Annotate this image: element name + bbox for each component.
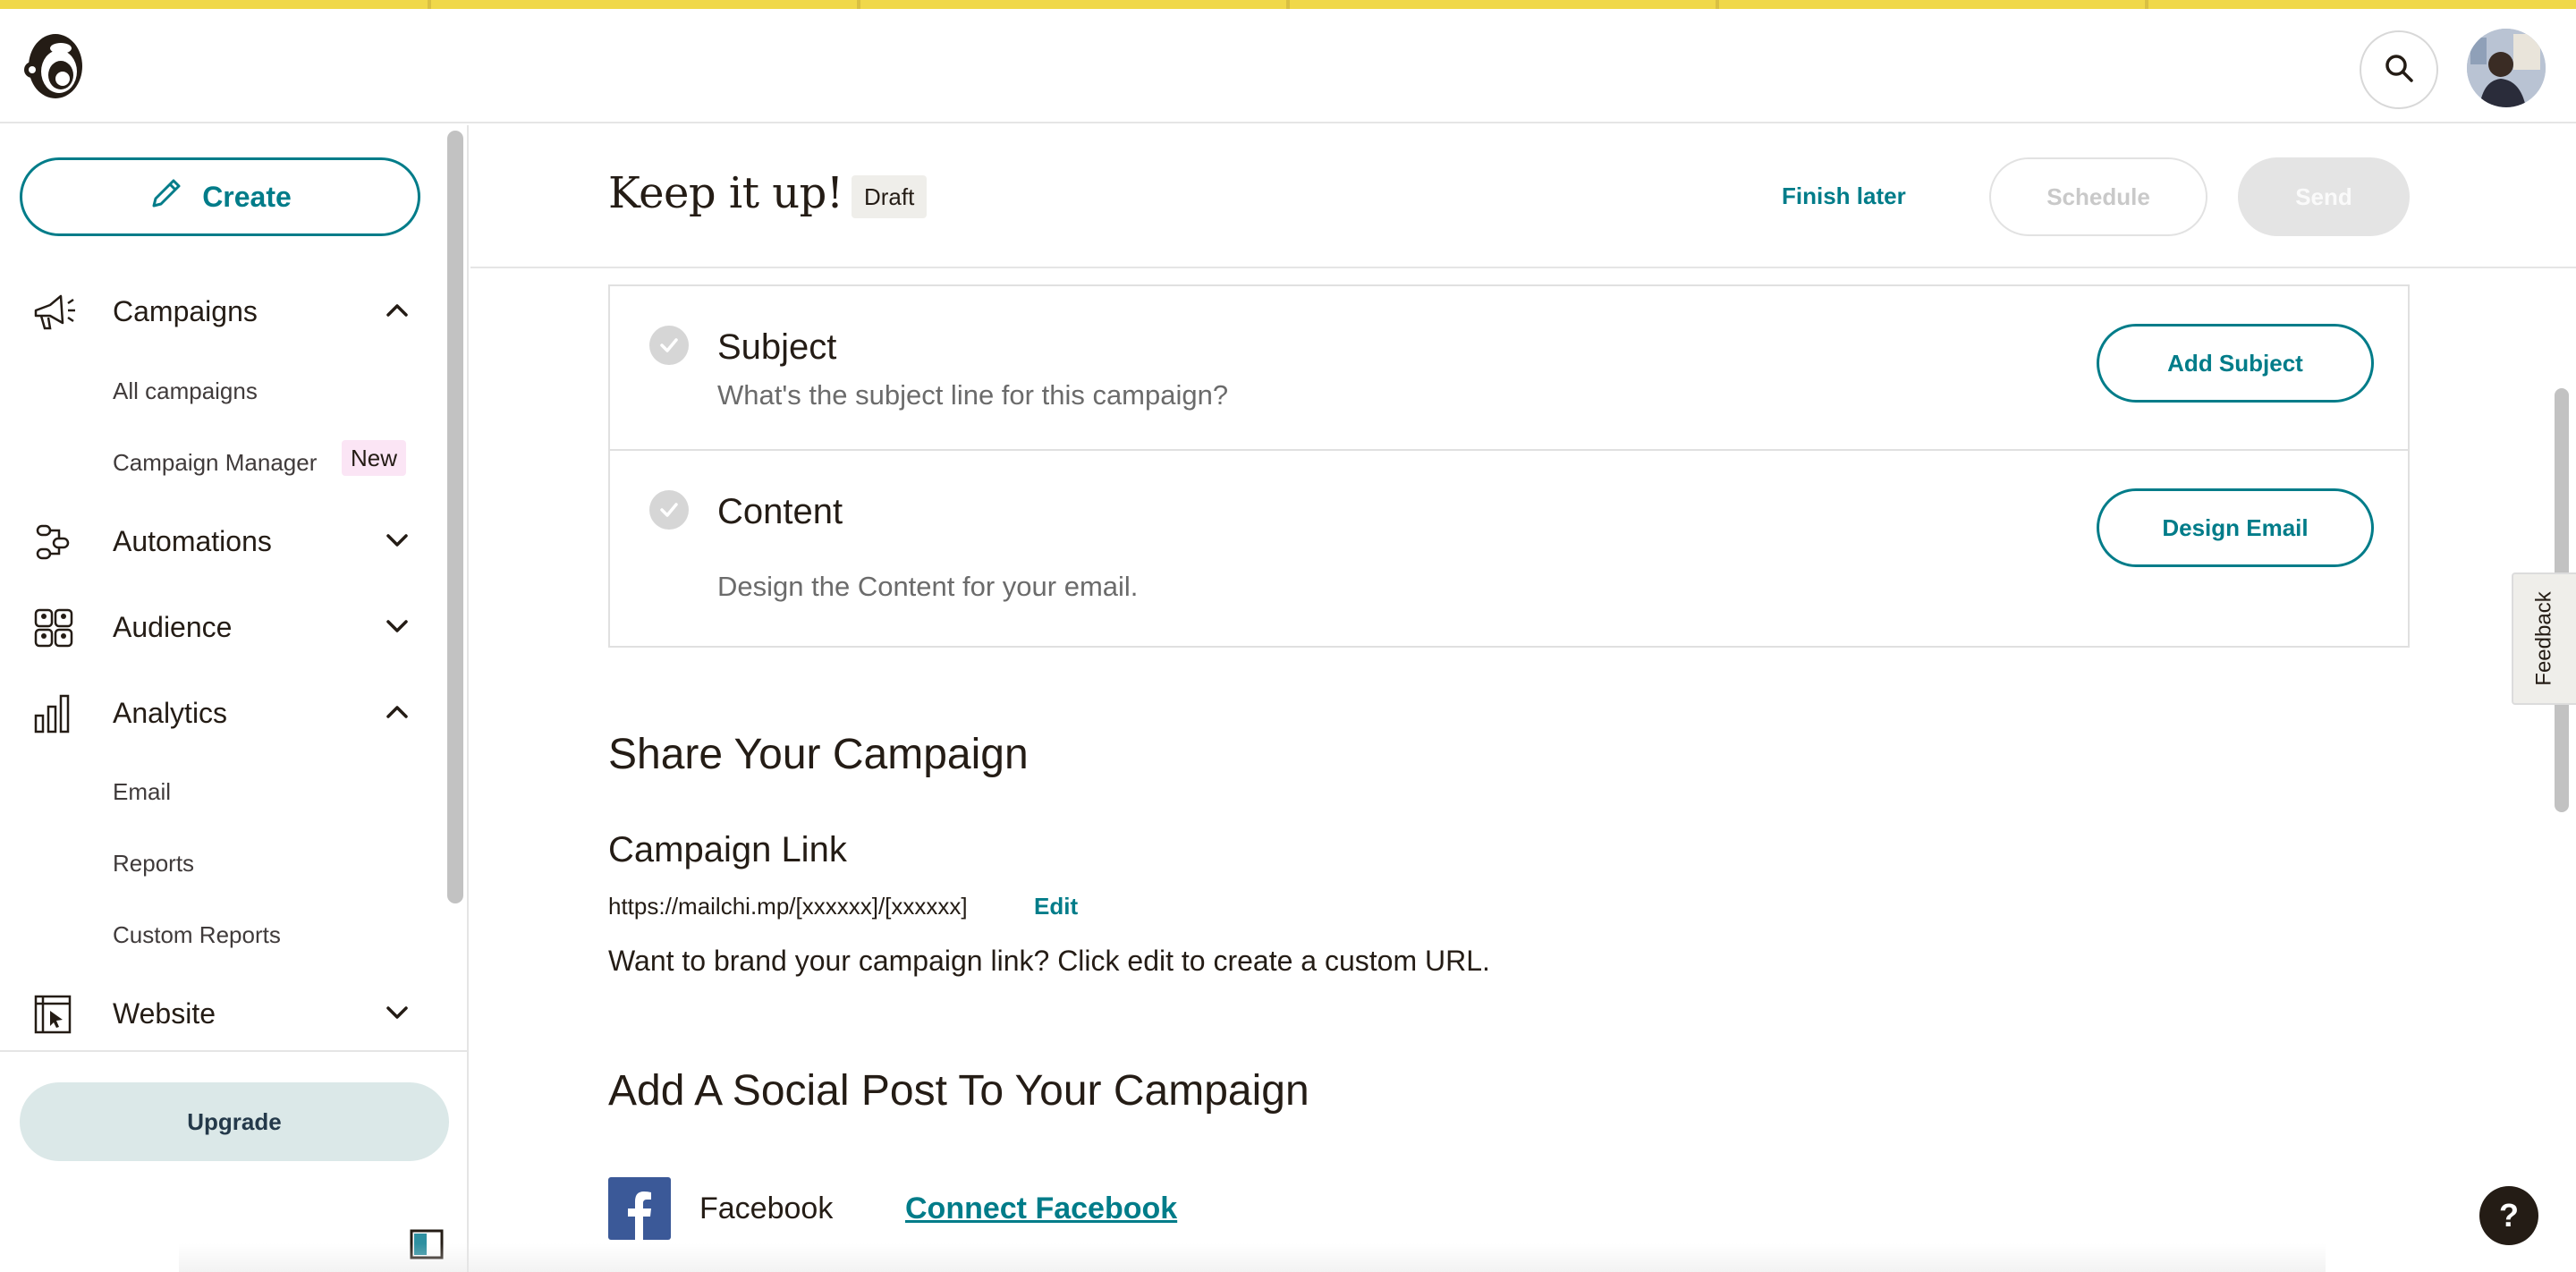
status-badge: Draft <box>852 175 928 218</box>
workflow-icon <box>32 522 77 562</box>
send-button[interactable]: Send <box>2238 157 2410 236</box>
design-email-button[interactable]: Design Email <box>2097 488 2374 567</box>
website-cursor-icon <box>32 995 77 1034</box>
bar-chart-icon <box>32 694 77 734</box>
help-button[interactable]: ? <box>2479 1186 2538 1245</box>
feedback-label: Feedback <box>2532 591 2556 686</box>
top-header <box>0 9 2576 123</box>
search-button[interactable] <box>2360 30 2438 109</box>
sidebar-item-automations[interactable]: Automations <box>0 510 442 572</box>
chevron-up-icon[interactable] <box>383 701 411 723</box>
collapse-sidebar-icon[interactable] <box>410 1229 444 1259</box>
edit-link-button[interactable]: Edit <box>1034 893 1078 920</box>
upgrade-button[interactable]: Upgrade <box>20 1082 449 1161</box>
check-circle-icon <box>649 490 689 530</box>
campaign-link-heading: Campaign Link <box>608 830 847 869</box>
sidebar: Create Campaigns All campaigns Campaign … <box>0 125 469 1272</box>
sidebar-item-label: Automations <box>113 524 272 557</box>
chevron-down-icon[interactable] <box>383 1002 411 1023</box>
new-badge: New <box>342 440 407 476</box>
sidebar-subitem-custom-reports[interactable]: Custom Reports <box>113 921 281 949</box>
create-button-label: Create <box>202 180 292 213</box>
sidebar-item-label: Audience <box>113 610 233 643</box>
checklist-description: What's the subject line for this campaig… <box>717 379 1229 411</box>
sidebar-item-audience[interactable]: Audience <box>0 596 442 658</box>
facebook-icon <box>608 1177 671 1240</box>
strip-divider <box>1716 0 1719 9</box>
social-post-heading: Add A Social Post To Your Campaign <box>608 1067 1309 1115</box>
share-campaign-heading: Share Your Campaign <box>608 731 1029 778</box>
search-icon <box>2384 53 2414 88</box>
facebook-label: Facebook <box>699 1191 834 1225</box>
checklist-title: Subject <box>717 327 837 367</box>
strip-divider <box>2145 0 2148 9</box>
sidebar-subitem-email[interactable]: Email <box>113 778 171 806</box>
sidebar-item-analytics[interactable]: Analytics <box>0 682 442 744</box>
campaign-checklist: Subject What's the subject line for this… <box>608 284 2410 648</box>
strip-divider <box>857 0 860 9</box>
page-title: Keep it up! <box>608 168 843 218</box>
connect-facebook-link[interactable]: Connect Facebook <box>905 1191 1177 1226</box>
strip-divider <box>428 0 431 9</box>
checklist-item-content: Content Design the Content for your emai… <box>610 451 2408 646</box>
sidebar-item-label: Campaigns <box>113 294 258 327</box>
sidebar-item-website[interactable]: Website <box>0 982 442 1045</box>
chevron-down-icon[interactable] <box>383 530 411 551</box>
pencil-icon <box>148 175 184 218</box>
create-button[interactable]: Create <box>20 157 420 236</box>
user-avatar[interactable] <box>2467 29 2546 107</box>
sidebar-item-campaigns[interactable]: Campaigns <box>0 280 442 343</box>
schedule-button[interactable]: Schedule <box>1989 157 2207 236</box>
add-subject-button[interactable]: Add Subject <box>2097 324 2374 403</box>
chevron-down-icon[interactable] <box>383 615 411 637</box>
bottom-shadow <box>179 1243 2326 1272</box>
strip-divider <box>1286 0 1290 9</box>
sidebar-subitem-reports[interactable]: Reports <box>113 850 194 878</box>
sidebar-item-label: Website <box>113 996 216 1030</box>
audience-icon <box>32 608 77 648</box>
megaphone-icon <box>32 293 77 332</box>
sidebar-subitem-all-campaigns[interactable]: All campaigns <box>113 377 258 405</box>
chevron-up-icon[interactable] <box>383 300 411 321</box>
campaign-header: Keep it up! Draft Finish later Schedule … <box>470 125 2576 268</box>
feedback-tab[interactable]: Feedback <box>2512 572 2576 705</box>
campaign-link-help: Want to brand your campaign link? Click … <box>608 945 1490 977</box>
checklist-title: Content <box>717 492 843 531</box>
finish-later-link[interactable]: Finish later <box>1782 182 1906 210</box>
mailchimp-logo-icon[interactable] <box>20 29 89 104</box>
top-accent-strip <box>0 0 2576 9</box>
sidebar-scroll-thumb[interactable] <box>447 131 463 903</box>
check-circle-icon <box>649 326 689 365</box>
checklist-description: Design the Content for your email. <box>717 571 1139 602</box>
sidebar-footer: Upgrade <box>0 1050 467 1272</box>
sidebar-item-label: Analytics <box>113 696 228 729</box>
checklist-item-subject: Subject What's the subject line for this… <box>610 284 2408 451</box>
sidebar-subitem-campaign-manager[interactable]: Campaign Manager <box>113 449 317 477</box>
campaign-link-url: https://mailchi.mp/[xxxxxx]/[xxxxxx] <box>608 893 968 920</box>
